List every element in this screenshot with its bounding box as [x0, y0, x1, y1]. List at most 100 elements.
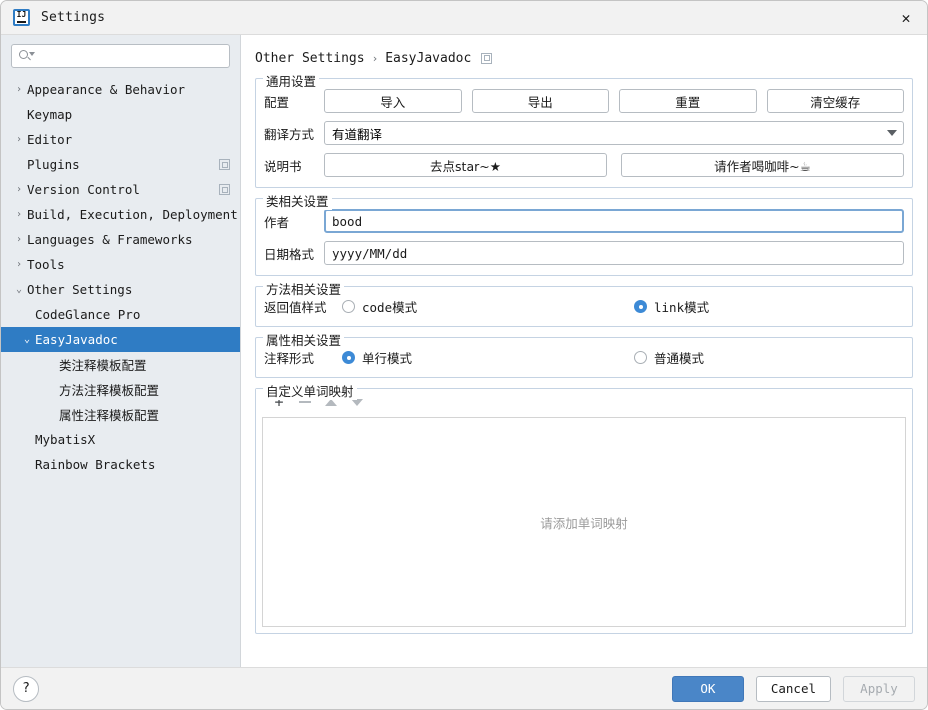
star-button[interactable]: 去点star~★ — [324, 153, 607, 177]
external-window-icon[interactable] — [481, 52, 493, 64]
sidebar-item-editor[interactable]: › Editor — [1, 127, 240, 152]
help-button[interactable]: ? — [13, 675, 39, 702]
radio-label: link模式 — [654, 300, 710, 315]
date-format-field[interactable]: yyyy/MM/dd — [324, 241, 904, 265]
radio-icon — [342, 351, 355, 364]
config-label: 配置 — [264, 94, 290, 110]
cancel-button[interactable]: Cancel — [755, 675, 831, 702]
sidebar-item-field-comment-template[interactable]: 属性注释模板配置 — [1, 402, 240, 427]
sidebar-item-label: Rainbow Brackets — [35, 457, 156, 472]
dialog-footer: ? OK Cancel Apply — [1, 667, 927, 709]
sidebar-item-label: MybatisX — [35, 432, 96, 447]
apply-button: Apply — [843, 675, 915, 702]
donate-coffee-button[interactable]: 请作者喝咖啡~☕ — [621, 153, 904, 177]
intellij-idea-logo-icon — [13, 9, 30, 26]
class-settings-title: 类相关设置 — [263, 191, 332, 210]
sidebar-item-build-execution-deployment[interactable]: › Build, Execution, Deployment — [1, 202, 240, 227]
return-style-option-link[interactable]: link模式 — [634, 297, 709, 316]
date-format-label: 日期格式 — [264, 246, 315, 262]
sidebar-item-label: Other Settings — [27, 282, 133, 297]
class-settings-group: 类相关设置 作者 bood 日期格式 yyyy/MM/dd — [255, 191, 913, 276]
sidebar-item-easyjavadoc[interactable]: ⌄ EasyJavadoc — [1, 327, 240, 352]
title-bar: Settings ✕ — [1, 1, 927, 35]
comment-style-option-normal[interactable]: 普通模式 — [634, 348, 704, 367]
sidebar-item-label: Plugins — [27, 157, 80, 172]
settings-tree: › Appearance & Behavior Keymap › Editor … — [1, 77, 240, 477]
comment-style-option-single-line[interactable]: 单行模式 — [342, 348, 634, 367]
sidebar-item-plugins[interactable]: Plugins — [1, 152, 240, 177]
radio-icon — [634, 300, 647, 313]
manual-row: 说明书 去点star~★ 请作者喝咖啡~☕ — [264, 153, 904, 177]
comment-style-label: 注释形式 — [264, 351, 315, 366]
sidebar-item-appearance-behavior[interactable]: › Appearance & Behavior — [1, 77, 240, 102]
field-settings-title: 属性相关设置 — [263, 330, 345, 349]
return-style-option-code[interactable]: code模式 — [342, 297, 634, 316]
sidebar-item-other-settings[interactable]: ⌄ Other Settings — [1, 277, 240, 302]
word-mapping-list[interactable]: 请添加单词映射 — [262, 417, 906, 627]
export-button[interactable]: 导出 — [471, 89, 609, 113]
settings-main-panel: Other Settings › EasyJavadoc 通用设置 配置 导入 … — [241, 35, 927, 669]
general-settings-group: 通用设置 配置 导入 导出 重置 清空缓存 翻译方式 有道翻译 说明书 去点st… — [255, 71, 913, 188]
close-icon[interactable]: ✕ — [895, 7, 917, 29]
sidebar-item-rainbow-brackets[interactable]: Rainbow Brackets — [1, 452, 240, 477]
chevron-down-icon: ⌄ — [15, 283, 23, 295]
chevron-down-icon: ⌄ — [23, 333, 31, 345]
chevron-right-icon: › — [15, 208, 23, 220]
settings-sidebar: › Appearance & Behavior Keymap › Editor … — [1, 35, 241, 669]
sidebar-item-version-control[interactable]: › Version Control — [1, 177, 240, 202]
sidebar-item-keymap[interactable]: Keymap — [1, 102, 240, 127]
radio-icon — [342, 300, 355, 313]
sidebar-item-label: Languages & Frameworks — [27, 232, 193, 247]
dialog-body: › Appearance & Behavior Keymap › Editor … — [1, 35, 927, 669]
sidebar-item-label: Build, Execution, Deployment — [27, 207, 238, 222]
search-wrapper — [1, 44, 240, 68]
method-settings-group: 方法相关设置 返回值样式 code模式 link模式 — [255, 279, 913, 327]
external-window-icon — [219, 184, 230, 195]
clear-cache-button[interactable]: 清空缓存 — [766, 89, 904, 113]
reset-button[interactable]: 重置 — [619, 89, 757, 113]
chevron-right-icon: › — [15, 258, 23, 270]
manual-label: 说明书 — [264, 158, 302, 174]
breadcrumb-current: EasyJavadoc — [385, 50, 472, 66]
settings-dialog: Settings ✕ › Appearance & Behavior — [0, 0, 928, 710]
radio-label: code模式 — [362, 300, 418, 315]
sidebar-item-label: EasyJavadoc — [35, 332, 118, 347]
import-button[interactable]: 导入 — [324, 89, 462, 113]
chevron-down-icon — [887, 130, 897, 136]
config-row: 配置 导入 导出 重置 清空缓存 — [264, 89, 904, 113]
chevron-right-icon: › — [15, 233, 23, 245]
translate-method-value: 有道翻译 — [332, 126, 383, 142]
word-mapping-empty-text: 请添加单词映射 — [540, 515, 628, 531]
ok-button[interactable]: OK — [671, 675, 744, 702]
sidebar-item-method-comment-template[interactable]: 方法注释模板配置 — [1, 377, 240, 402]
sidebar-item-label: CodeGlance Pro — [35, 307, 141, 322]
search-input[interactable] — [11, 44, 230, 68]
field-settings-group: 属性相关设置 注释形式 单行模式 普通模式 — [255, 330, 913, 378]
search-icon — [19, 49, 35, 63]
translate-method-row: 翻译方式 有道翻译 — [264, 121, 904, 145]
sidebar-item-class-comment-template[interactable]: 类注释模板配置 — [1, 352, 240, 377]
chevron-right-icon: › — [15, 183, 23, 195]
return-style-label: 返回值样式 — [264, 300, 327, 315]
sidebar-item-label: Version Control — [27, 182, 140, 197]
window-title: Settings — [41, 10, 106, 25]
sidebar-item-label: 类注释模板配置 — [59, 358, 147, 373]
author-row: 作者 bood — [264, 209, 904, 233]
sidebar-item-mybatisx[interactable]: MybatisX — [1, 427, 240, 452]
sidebar-item-label: 属性注释模板配置 — [59, 408, 160, 423]
radio-label: 单行模式 — [362, 351, 413, 366]
sidebar-item-codeglance-pro[interactable]: CodeGlance Pro — [1, 302, 240, 327]
sidebar-item-languages-frameworks[interactable]: › Languages & Frameworks — [1, 227, 240, 252]
date-format-row: 日期格式 yyyy/MM/dd — [264, 241, 904, 265]
radio-icon — [634, 351, 647, 364]
translate-method-select[interactable]: 有道翻译 — [324, 121, 904, 145]
chevron-right-icon: › — [15, 83, 23, 95]
sidebar-item-tools[interactable]: › Tools — [1, 252, 240, 277]
footer-actions: OK Cancel Apply — [660, 675, 915, 702]
breadcrumb-parent[interactable]: Other Settings — [255, 51, 365, 66]
sidebar-item-label: Appearance & Behavior — [27, 82, 186, 97]
author-field[interactable]: bood — [324, 209, 904, 233]
word-mapping-group: 自定义单词映射 + 请添加单词映射 — [255, 381, 913, 634]
general-settings-title: 通用设置 — [263, 71, 320, 90]
external-window-icon — [219, 159, 230, 170]
